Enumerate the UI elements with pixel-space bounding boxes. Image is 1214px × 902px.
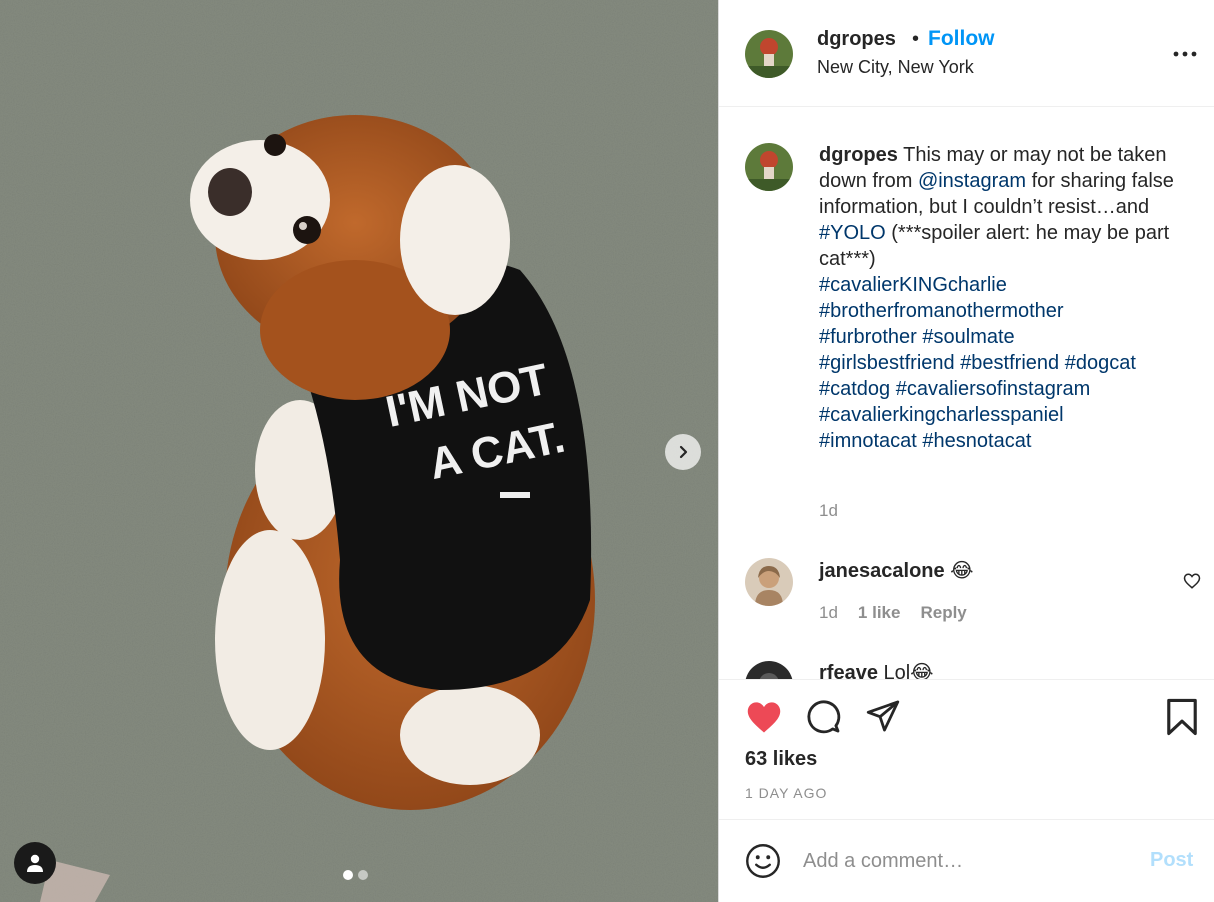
comment-item: rfeave Lol😂	[819, 660, 934, 679]
header-separator: •	[912, 28, 920, 50]
hashtag-link[interactable]: #cavalierkingcharlesspaniel	[819, 404, 1064, 426]
user-tag-icon	[27, 854, 43, 872]
comment-text: 😂	[944, 560, 974, 582]
post-comment-button[interactable]: Post	[1150, 849, 1193, 872]
mention-link[interactable]: @instagram	[918, 170, 1026, 192]
carousel-dot-active	[343, 870, 353, 880]
tagged-users-button[interactable]	[14, 842, 56, 884]
comment-likes[interactable]: 1 like	[858, 603, 901, 623]
comment-input[interactable]	[803, 846, 1123, 876]
comment-avatar[interactable]	[745, 558, 793, 606]
hashtag-link[interactable]: #soulmate	[922, 326, 1014, 348]
comments-list[interactable]: dgropes This may or may not be taken dow…	[719, 108, 1214, 679]
caption-avatar[interactable]	[745, 143, 793, 191]
more-horizontal-icon	[1173, 51, 1197, 57]
reply-button[interactable]: Reply	[920, 603, 966, 623]
post-actions: 63 likes 1 DAY AGO	[719, 679, 1214, 819]
post-media[interactable]: I'M NOT A CAT.	[0, 0, 718, 902]
comment-bubble-icon	[807, 700, 841, 734]
comment-meta: 1d 1 like Reply	[819, 603, 987, 623]
emoji-button[interactable]	[745, 843, 781, 884]
heart-outline-icon	[1183, 573, 1201, 589]
share-button[interactable]	[865, 699, 901, 738]
hashtag-link[interactable]: #cavaliersofinstagram	[896, 378, 1091, 400]
comment-time: 1d	[819, 603, 838, 622]
carousel-dot	[358, 870, 368, 880]
smiley-icon	[746, 844, 780, 878]
comment-username[interactable]: janesacalone	[819, 560, 945, 582]
next-image-button[interactable]	[665, 434, 701, 470]
add-comment-bar: Post	[719, 819, 1214, 902]
hashtag-link[interactable]: #brotherfromanothermother	[819, 300, 1064, 322]
hashtag-link[interactable]: #YOLO	[819, 222, 886, 244]
hashtag-link[interactable]: #bestfriend	[960, 352, 1059, 374]
post-header: dgropes • Follow New City, New York	[719, 0, 1214, 107]
paper-plane-icon	[866, 700, 900, 732]
bookmark-icon	[1167, 698, 1197, 736]
avatar[interactable]	[745, 30, 793, 78]
likes-count[interactable]: 63 likes	[745, 748, 817, 771]
comment-username[interactable]: rfeave	[819, 662, 878, 679]
follow-button[interactable]: Follow	[928, 27, 995, 51]
more-options-button[interactable]	[1171, 40, 1199, 68]
comment-text: Lol😂	[877, 662, 934, 679]
comment-item: janesacalone 😂	[819, 558, 974, 584]
hashtag-link[interactable]: #imnotacat	[819, 430, 917, 452]
post-caption: dgropes This may or may not be taken dow…	[819, 142, 1199, 454]
hashtag-link[interactable]: #dogcat	[1065, 352, 1136, 374]
carousel-indicator	[343, 870, 368, 880]
chevron-right-icon	[679, 445, 688, 459]
header-username[interactable]: dgropes	[817, 28, 896, 51]
hashtag-link[interactable]: #girlsbestfriend	[819, 352, 955, 374]
save-button[interactable]	[1165, 698, 1199, 741]
hashtag-link[interactable]: #catdog	[819, 378, 890, 400]
hashtag-link[interactable]: #hesnotacat	[922, 430, 1031, 452]
post-side-panel: dgropes • Follow New City, New York dgro…	[718, 0, 1214, 902]
caption-timestamp: 1d	[819, 501, 838, 520]
caption-username[interactable]: dgropes	[819, 144, 898, 166]
like-button[interactable]	[745, 700, 783, 739]
heart-filled-icon	[747, 702, 781, 733]
location-link[interactable]: New City, New York	[817, 57, 974, 78]
comment-like-button[interactable]	[1183, 572, 1201, 595]
hashtag-link[interactable]: #cavalierKINGcharlie	[819, 274, 1007, 296]
comment-avatar[interactable]	[745, 661, 793, 679]
post-photo: I'M NOT A CAT.	[0, 0, 718, 902]
post-timestamp[interactable]: 1 DAY AGO	[745, 785, 827, 801]
comment-button[interactable]	[805, 698, 841, 739]
hashtag-link[interactable]: #furbrother	[819, 326, 917, 348]
